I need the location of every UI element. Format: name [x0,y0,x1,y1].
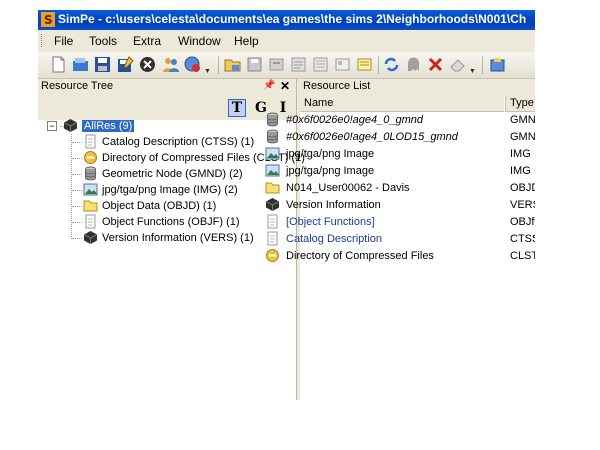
list-item[interactable]: Catalog Description CTSS [264,231,535,247]
list-item-name: #0x6f0026e0!age4_0LOD15_gmnd [286,131,458,143]
list-item[interactable]: Version Information VERS [264,197,535,213]
list-item-name: jpg/tga/png Image [286,165,375,177]
cylinder-icon [267,129,278,144]
list-item-type: GMN [510,114,535,126]
cube-icon [265,198,280,211]
list-item[interactable]: jpg/tga/png Image IMG [264,146,535,162]
list-item[interactable]: Directory of Compressed Files CLST [264,248,535,264]
list-item[interactable]: jpg/tga/png Image IMG [264,163,535,179]
folder-icon [265,182,280,194]
list-item[interactable]: #0x6f0026e0!age4_0LOD15_gmnd GMN [264,129,535,145]
list-item-name: Directory of Compressed Files [286,250,434,262]
list-item-name: Version Information [286,199,381,211]
list-item-type: IMG [510,165,531,177]
list-item-name: N014_User00062 - Davis [286,182,410,194]
list-item-type: VERS [510,199,535,211]
list-item-type: OBJD [510,182,535,194]
image-icon [265,164,280,177]
list-item-type: CLST [510,250,535,262]
list-item-name: [Object Functions] [286,216,375,228]
list-item[interactable]: #0x6f0026e0!age4_0_gmnd GMN [264,112,535,128]
image-icon [265,147,280,160]
list-item-type: IMG [510,148,531,160]
list-item-type: GMN [510,131,535,143]
list-item-type: OBJf [510,216,535,228]
cylinder-icon [267,112,278,127]
document-icon [267,231,278,246]
compressed-dir-icon [266,249,279,262]
list-item-name: #0x6f0026e0!age4_0_gmnd [286,114,424,126]
list-item-name: jpg/tga/png Image [286,148,375,160]
list-item[interactable]: [Object Functions] OBJf [264,214,535,230]
document-icon [267,214,278,229]
list-item-name: Catalog Description [286,233,382,245]
list-item-type: CTSS [510,233,535,245]
list-item[interactable]: N014_User00062 - Davis OBJD [264,180,535,196]
